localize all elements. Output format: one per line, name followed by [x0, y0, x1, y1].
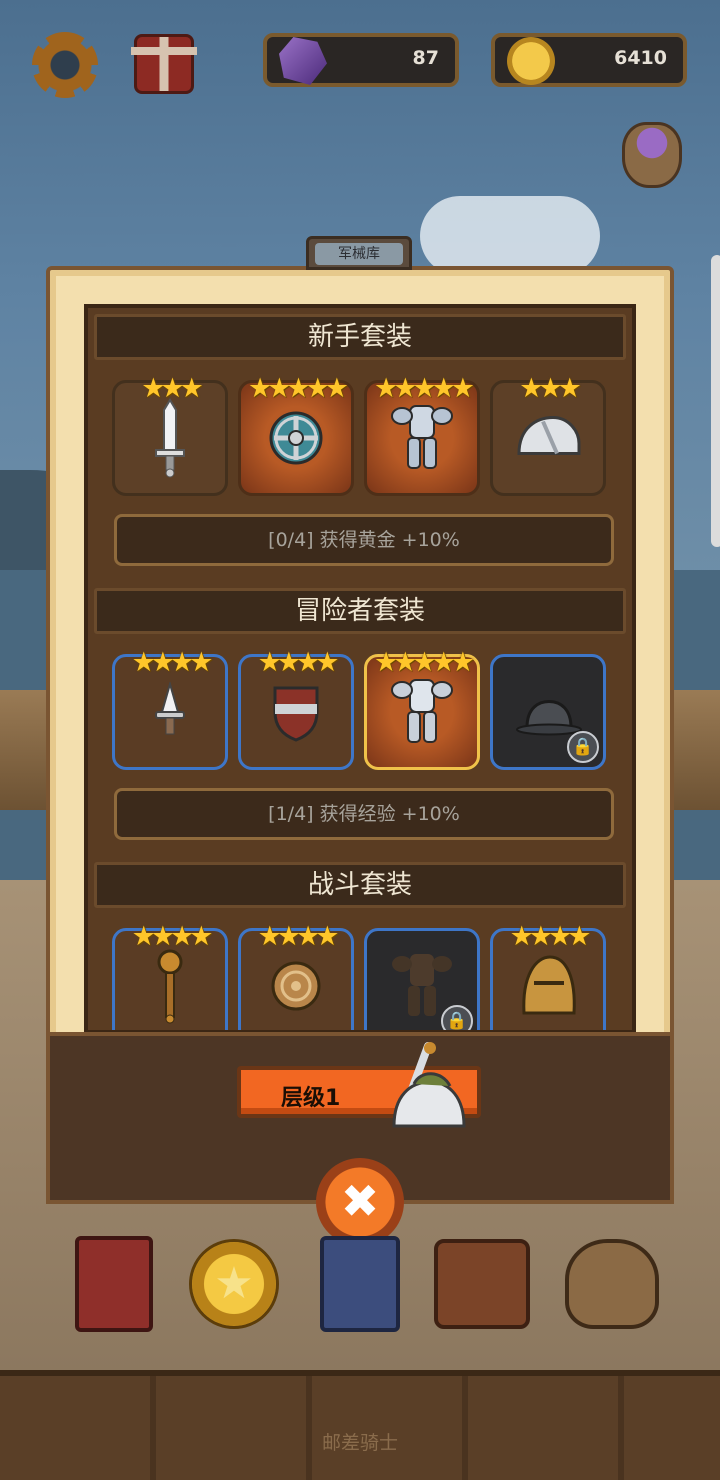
- floor-label: 邮差骑士: [321, 1432, 398, 1454]
- lock-icon: 🔒: [441, 1005, 473, 1030]
- item-card[interactable]: ★★★: [490, 373, 606, 496]
- star-rating: ★★★★★: [247, 373, 349, 404]
- lock-icon: 🔒: [567, 731, 599, 763]
- star-rating: ★★★★: [257, 921, 340, 952]
- dagger-icon: [153, 679, 187, 756]
- star-rating: ★★★★★: [373, 647, 475, 678]
- item-card[interactable]: ★★★★: [490, 921, 606, 1030]
- item-card[interactable]: ★★★★★: [364, 373, 480, 496]
- gem-counter[interactable]: 87: [263, 33, 459, 87]
- gem-icon: [279, 37, 327, 85]
- armory-tab-label: 军械库: [315, 243, 403, 265]
- item-card[interactable]: ★★★: [112, 373, 228, 496]
- item-card[interactable]: ★★★★: [112, 921, 228, 1030]
- level-label: 层级1: [281, 1086, 341, 1111]
- floor: [0, 1370, 720, 1480]
- gem-count: 87: [412, 47, 439, 69]
- settings-gear-icon[interactable]: [32, 32, 98, 98]
- set-header: 冒险者套装: [94, 588, 626, 634]
- nav-book-blue[interactable]: [310, 1232, 410, 1336]
- star-rating: ★★★★: [131, 647, 214, 678]
- helmet-icon: [516, 953, 580, 1030]
- star-rating: ★★★★★: [373, 373, 475, 404]
- star-coin-icon: ★: [189, 1239, 279, 1329]
- item-card-locked[interactable]: 🔒: [490, 654, 606, 770]
- kite-shield-icon: [271, 682, 321, 756]
- helmet-icon: [513, 412, 583, 477]
- item-card[interactable]: ★★★★: [112, 647, 228, 770]
- mace-icon: [153, 948, 187, 1030]
- red-book-icon: [75, 1236, 153, 1332]
- round-shield-icon: [268, 410, 324, 480]
- nav-treasure[interactable]: [562, 1232, 662, 1336]
- side-scroll-handle[interactable]: [711, 255, 720, 547]
- treasure-bag-icon: [565, 1239, 659, 1329]
- item-card[interactable]: ★★★★: [238, 921, 354, 1030]
- set-bonus: [0/4] 获得黄金 +10%: [114, 514, 614, 566]
- star-rating: ★★★★: [257, 647, 340, 678]
- coin-icon: [507, 37, 555, 85]
- blue-book-icon: [320, 1236, 400, 1332]
- gold-count: 6410: [614, 47, 667, 69]
- gold-counter[interactable]: 6410: [491, 33, 687, 87]
- item-card[interactable]: ★★★★: [238, 647, 354, 770]
- item-card-locked[interactable]: 🔒: [364, 928, 480, 1030]
- nav-coin[interactable]: ★: [184, 1232, 284, 1336]
- gift-icon[interactable]: [131, 34, 197, 94]
- sets-list[interactable]: 新手套装 ★★★ ★★★★★ ★★★★★ ★★★ [0/4] 获得黄金 +10%…: [84, 304, 636, 1034]
- item-card-selected[interactable]: ★★★★★: [364, 647, 480, 770]
- sword-icon: [150, 397, 190, 492]
- star-rating: ★★★★: [509, 921, 592, 952]
- helmet-sword-icon: [380, 1040, 470, 1135]
- nav-items[interactable]: [432, 1232, 532, 1336]
- set-header: 战斗套装: [94, 862, 626, 908]
- armor-icon: [390, 676, 454, 762]
- cloud: [420, 196, 600, 276]
- armor-icon: [390, 402, 454, 488]
- set-header: 新手套装: [94, 314, 626, 360]
- armory-tab: 军械库: [306, 236, 412, 270]
- item-card[interactable]: ★★★★★: [238, 373, 354, 496]
- set-bonus: [1/4] 获得经验 +10%: [114, 788, 614, 840]
- backpack-icon: [434, 1239, 530, 1329]
- loot-bag-icon[interactable]: [622, 122, 682, 188]
- star-rating: ★★★: [519, 373, 582, 404]
- nav-book-red[interactable]: [64, 1232, 164, 1336]
- buckler-icon: [270, 960, 322, 1026]
